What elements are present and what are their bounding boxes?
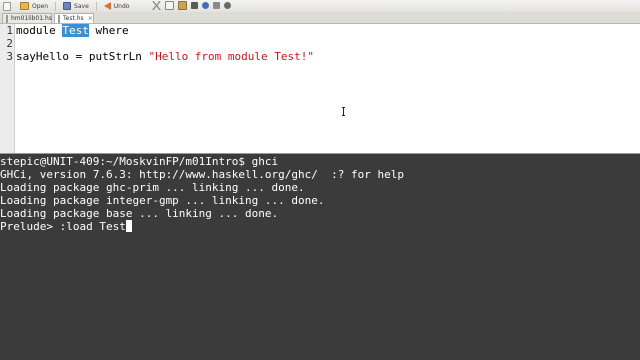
line-number: 3 xyxy=(6,50,13,63)
folder-open-icon xyxy=(20,2,29,10)
terminal-line: GHCi, version 7.6.3: http://www.haskell.… xyxy=(0,168,404,181)
line-number-gutter: 1 2 3 xyxy=(0,24,15,153)
open-button[interactable]: Open xyxy=(17,0,51,12)
save-button[interactable]: Save xyxy=(60,0,92,12)
file-icon xyxy=(58,14,60,23)
terminal-line: Loading package base ... linking ... don… xyxy=(0,207,279,220)
save-label: Save xyxy=(74,2,89,10)
terminal-line: stepic@UNIT-409:~/MoskvinFP/m01Intro$ gh… xyxy=(0,155,279,168)
delete-icon[interactable] xyxy=(191,2,198,9)
file-icon xyxy=(6,14,8,23)
tab-label: hm01lib01.hs xyxy=(11,15,52,22)
new-button[interactable] xyxy=(0,0,17,12)
tab-hm01lib01[interactable]: hm01lib01.hs × xyxy=(2,13,61,23)
replace-icon[interactable] xyxy=(213,2,220,9)
ibeam-cursor-icon xyxy=(342,107,345,116)
line-number: 1 xyxy=(6,24,13,37)
save-icon xyxy=(63,2,72,10)
terminal-line: Loading package integer-gmp ... linking … xyxy=(0,194,325,207)
code-line[interactable]: sayHello = putStrLn "Hello from module T… xyxy=(16,50,314,63)
code-text: module xyxy=(16,24,63,37)
toolbar-icons xyxy=(152,1,231,10)
terminal-input[interactable]: :load Test xyxy=(60,220,126,233)
code-text: sayHello = putStrLn xyxy=(16,50,149,63)
gear-icon[interactable] xyxy=(224,2,231,9)
close-icon[interactable]: × xyxy=(88,15,93,22)
selected-text: Test xyxy=(62,24,89,37)
cut-icon[interactable] xyxy=(152,1,161,10)
undo-icon xyxy=(103,2,111,10)
paste-icon[interactable] xyxy=(178,1,187,10)
editor[interactable]: 1 2 3 module Test where sayHello = putSt… xyxy=(0,24,640,153)
line-number: 2 xyxy=(6,37,13,50)
find-icon[interactable] xyxy=(202,2,209,9)
terminal-prompt: Prelude> xyxy=(0,220,60,233)
terminal-line: Loading package ghc-prim ... linking ...… xyxy=(0,181,305,194)
new-file-icon xyxy=(3,1,11,11)
undo-label: Undo xyxy=(113,2,130,10)
code-text: where xyxy=(88,24,129,37)
string-literal: "Hello from module Test!" xyxy=(148,50,315,63)
terminal[interactable]: stepic@UNIT-409:~/MoskvinFP/m01Intro$ gh… xyxy=(0,154,640,360)
code-line[interactable]: module Test where xyxy=(16,24,129,37)
tab-label: Test.hs xyxy=(63,15,84,22)
toolbar-separator xyxy=(95,1,97,11)
tab-bar: hm01lib01.hs × Test.hs × xyxy=(0,12,640,24)
tab-test[interactable]: Test.hs × xyxy=(54,13,94,23)
terminal-cursor xyxy=(125,220,132,232)
terminal-input-line[interactable]: Prelude> :load Test xyxy=(0,220,132,233)
toolbar-separator xyxy=(55,1,57,11)
open-label: Open xyxy=(32,2,49,10)
copy-icon[interactable] xyxy=(165,1,174,10)
undo-button[interactable]: Undo xyxy=(101,0,133,12)
